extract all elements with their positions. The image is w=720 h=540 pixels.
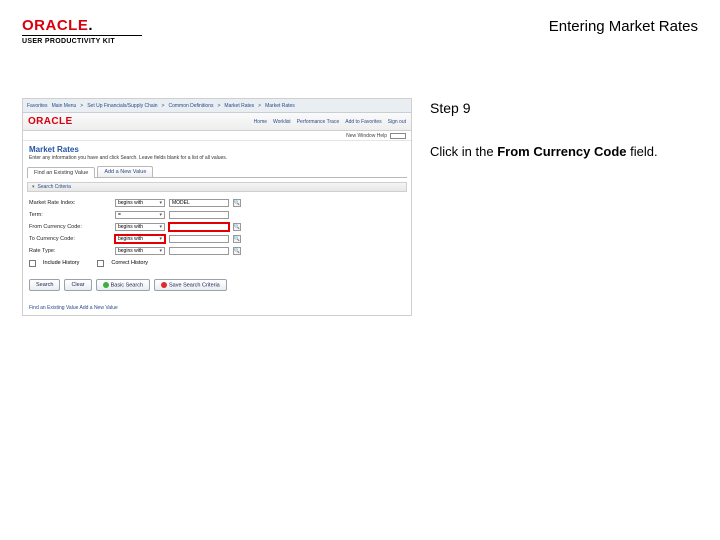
perf-trace-link[interactable]: Performance Trace [297,119,340,125]
mri-operator[interactable]: begins with▾ [115,199,165,207]
to-currency-operator[interactable]: begins with▾ [115,235,165,243]
step-text: Click in the From Currency Code field. [430,144,698,159]
clear-button[interactable]: Clear [64,279,91,291]
chevron-down-icon: ▾ [159,200,162,206]
app-description: Enter any information you have and click… [23,155,411,166]
tabs: Find an Existing Value Add a New Value [23,166,411,177]
lookup-icon[interactable]: 🔍 [233,235,241,243]
instruction-panel: Step 9 Click in the From Currency Code f… [430,98,698,530]
green-dot-icon [103,282,109,288]
toolbar-text: New Window Help [346,133,387,139]
oracle-logo-block: ORACLE. USER PRODUCTIVITY KIT [22,18,142,45]
basic-search-button[interactable]: Basic Search [96,279,150,291]
page-title: Entering Market Rates [549,18,698,35]
breadcrumb-item[interactable]: Market Rates [265,103,295,109]
button-row: Search Clear Basic Search Save Search Cr… [23,271,411,295]
to-currency-input[interactable] [169,235,229,243]
mri-label: Market Rate Index: [29,200,111,206]
save-search-button[interactable]: Save Search Criteria [154,279,227,291]
chevron-down-icon: ▾ [159,236,162,242]
app-heading: Market Rates [23,141,411,155]
app-footer-links[interactable]: Find an Existing Value Add a New Value [29,305,118,311]
worklist-link[interactable]: Worklist [273,119,291,125]
correct-history-label: Correct History [111,260,148,266]
chevron-down-icon: ▾ [159,224,162,230]
app-oracle-logo: ORACLE [28,116,73,127]
lookup-icon[interactable]: 🔍 [233,223,241,231]
from-currency-label: From Currency Code: [29,224,111,230]
page-header: ORACLE. USER PRODUCTIVITY KIT Entering M… [22,18,698,62]
app-brand-bar: ORACLE Home Worklist Performance Trace A… [23,113,411,131]
home-link[interactable]: Home [254,119,267,125]
term-label: Term: [29,212,111,218]
step-text-prefix: Click in the [430,144,497,159]
breadcrumb-item[interactable]: Set Up Financials/Supply Chain [87,103,157,109]
correct-history-checkbox[interactable] [97,260,104,267]
step-label: Step 9 [430,100,698,116]
red-dot-icon [161,282,167,288]
lookup-icon[interactable]: 🔍 [233,247,241,255]
tab-add-new[interactable]: Add a New Value [97,166,153,177]
upk-subtitle: USER PRODUCTIVITY KIT [22,38,142,45]
step-text-bold: From Currency Code [497,144,626,159]
breadcrumb: Favorites Main Menu > Set Up Financials/… [27,103,295,109]
rate-type-operator[interactable]: begins with▾ [115,247,165,255]
breadcrumb-bar: Favorites Main Menu > Set Up Financials/… [23,99,411,113]
include-history-checkbox[interactable] [29,260,36,267]
rate-type-input[interactable] [169,247,229,255]
help-box[interactable] [390,133,406,139]
search-form: Market Rate Index: begins with▾ MODEL 🔍 … [23,195,411,271]
to-currency-label: To Currency Code: [29,236,111,242]
section-search-criteria[interactable]: ▾ Search Criteria [27,182,407,192]
breadcrumb-item[interactable]: Market Rates [224,103,254,109]
main-area: Favorites Main Menu > Set Up Financials/… [22,98,698,530]
oracle-logo: ORACLE. [22,18,142,33]
breadcrumb-item[interactable]: Main Menu [52,103,77,109]
search-button[interactable]: Search [29,279,60,291]
chevron-down-icon: ▾ [159,248,162,254]
app-screenshot: Favorites Main Menu > Set Up Financials/… [22,98,412,316]
favorites-link[interactable]: Add to Favorites [345,119,381,125]
rate-type-label: Rate Type: [29,248,111,254]
lookup-icon[interactable]: 🔍 [233,199,241,207]
mri-input[interactable]: MODEL [169,199,229,207]
breadcrumb-item[interactable]: Favorites [27,103,48,109]
include-history-label: Include History [43,260,79,266]
breadcrumb-item[interactable]: Common Definitions [168,103,213,109]
chevron-down-icon: ▾ [159,212,162,218]
app-top-links: Home Worklist Performance Trace Add to F… [254,119,406,125]
from-currency-input[interactable] [169,223,229,231]
tab-find-existing[interactable]: Find an Existing Value [27,167,95,178]
app-toolbar: New Window Help [23,131,411,141]
signout-link[interactable]: Sign out [388,119,406,125]
from-currency-operator[interactable]: begins with▾ [115,223,165,231]
collapse-icon: ▾ [32,184,35,190]
step-text-suffix: field. [627,144,658,159]
section-label: Search Criteria [38,184,71,190]
term-input[interactable] [169,211,229,219]
logo-divider [22,35,142,36]
term-operator[interactable]: =▾ [115,211,165,219]
